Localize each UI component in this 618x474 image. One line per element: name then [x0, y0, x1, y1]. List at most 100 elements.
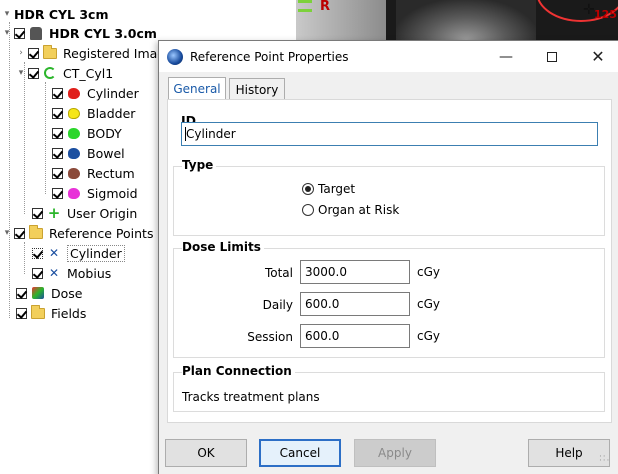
dialog-titlebar[interactable]: Reference Point Properties — ✕	[159, 41, 618, 72]
total-dose-value: 3000.0	[305, 265, 347, 279]
structure-checkbox[interactable]	[52, 147, 63, 159]
structure-checkbox[interactable]	[52, 87, 63, 99]
collapse-icon[interactable]: ▾	[2, 28, 12, 38]
general-tab-panel: ID Cylinder Type Target Organ at Risk Do…	[167, 99, 612, 423]
crosshair-icon: ✛	[583, 2, 595, 18]
minimize-button[interactable]: —	[483, 41, 529, 72]
tree-item-dose[interactable]: Dose	[16, 283, 82, 303]
dose-limits-group: Dose Limits Total 3000.0 cGy Daily 600.0…	[173, 240, 605, 358]
close-button[interactable]: ✕	[575, 41, 618, 72]
organ-at-risk-radio[interactable]	[302, 204, 314, 216]
type-group: Type Target Organ at Risk	[173, 158, 605, 236]
ref-mobius-checkbox[interactable]	[32, 267, 43, 279]
session-dose-unit: cGy	[417, 329, 440, 343]
tree-item-registered-images[interactable]: › Registered Images	[16, 43, 160, 63]
maximize-icon	[547, 51, 557, 62]
tree-item-structure[interactable]: Rectum	[52, 163, 135, 183]
session-dose-value: 600.0	[305, 329, 340, 343]
orientation-marker-icon	[298, 0, 312, 12]
tab-general[interactable]: General	[168, 77, 226, 100]
session-dose-label: Session	[247, 330, 293, 344]
tree-plan-label: HDR CYL 3.0cm	[49, 25, 157, 41]
orientation-label: R	[320, 0, 331, 14]
structure-checkbox[interactable]	[52, 187, 63, 199]
tree-item-structure[interactable]: BODY	[52, 123, 122, 143]
structure-label: Cylinder	[87, 85, 139, 101]
tree-item-structure[interactable]: Bladder	[52, 103, 135, 123]
total-dose-input[interactable]: 3000.0	[300, 260, 410, 284]
tree-item-structure[interactable]: Sigmoid	[52, 183, 138, 203]
tree-item-ref-cylinder[interactable]: ✕ Cylinder	[32, 243, 125, 263]
tree-item-root[interactable]: ▾ HDR CYL 3cm	[2, 4, 109, 24]
plan-tree: ▾ HDR CYL 3cm ▾ HDR CYL 3.0cm › Register…	[0, 0, 160, 474]
ct-checkbox[interactable]	[28, 67, 39, 79]
tree-ref-cylinder-label: Cylinder	[67, 244, 125, 262]
tree-item-fields[interactable]: Fields	[16, 303, 86, 323]
tree-root-label: HDR CYL 3cm	[14, 6, 109, 22]
reference-points-checkbox[interactable]	[14, 227, 25, 239]
dialog-title: Reference Point Properties	[190, 49, 349, 64]
tree-item-structure[interactable]: Bowel	[52, 143, 125, 163]
collapse-icon[interactable]: ▾	[2, 228, 12, 238]
tree-item-ref-mobius[interactable]: ✕ Mobius	[32, 263, 111, 283]
collapse-icon[interactable]: ▾	[2, 9, 12, 19]
viewer-number-label: 125	[594, 8, 617, 21]
tree-dose-label: Dose	[51, 285, 83, 301]
tree-item-user-origin[interactable]: + User Origin	[32, 203, 137, 223]
plan-checkbox[interactable]	[14, 27, 25, 39]
cancel-button[interactable]: Cancel	[259, 439, 341, 467]
image-viewer[interactable]: R ✛ 125	[296, 0, 618, 40]
app-icon	[167, 48, 183, 65]
reference-point-properties-dialog: Reference Point Properties — ✕ General H…	[158, 40, 618, 474]
apply-button: Apply	[354, 439, 436, 467]
close-icon: ✕	[591, 47, 605, 66]
structure-icon	[67, 126, 81, 140]
structure-checkbox[interactable]	[52, 167, 63, 179]
target-radio[interactable]	[302, 183, 314, 195]
ok-button[interactable]: OK	[165, 439, 247, 467]
id-input[interactable]: Cylinder	[181, 122, 598, 146]
folder-icon	[31, 304, 45, 320]
type-organ-at-risk-option[interactable]: Organ at Risk	[302, 203, 399, 217]
structure-checkbox[interactable]	[52, 107, 63, 119]
resize-grip-icon[interactable]: · · · · ·	[599, 453, 613, 469]
type-target-option[interactable]: Target	[302, 182, 355, 196]
tree-ct-label: CT_Cyl1	[63, 65, 114, 81]
tree-guide-line	[9, 22, 10, 318]
tree-guide-line	[45, 82, 46, 194]
folder-icon	[43, 44, 57, 60]
tree-item-plan[interactable]: ▾ HDR CYL 3.0cm	[2, 23, 157, 43]
daily-dose-input[interactable]: 600.0	[300, 292, 410, 316]
registered-images-checkbox[interactable]	[28, 47, 39, 59]
target-radio-label: Target	[318, 182, 356, 196]
structure-checkbox[interactable]	[52, 127, 63, 139]
help-button[interactable]: Help	[528, 439, 610, 467]
folder-icon	[29, 224, 43, 240]
tree-item-ct[interactable]: ▾ CT_Cyl1	[16, 63, 113, 83]
tab-history[interactable]: History	[229, 78, 285, 100]
tree-user-origin-label: User Origin	[67, 205, 138, 221]
maximize-button[interactable]	[529, 41, 575, 72]
session-dose-input[interactable]: 600.0	[300, 324, 410, 348]
structure-icon	[67, 106, 81, 120]
user-origin-checkbox[interactable]	[32, 207, 43, 219]
expand-icon[interactable]: ›	[16, 48, 26, 58]
structure-label: Bladder	[87, 105, 136, 121]
ref-cylinder-checkbox[interactable]	[32, 247, 43, 259]
total-dose-unit: cGy	[417, 265, 440, 279]
structure-icon	[67, 146, 81, 160]
dose-checkbox[interactable]	[16, 287, 27, 299]
plan-connection-text: Tracks treatment plans	[182, 390, 320, 404]
collapse-icon[interactable]: ▾	[16, 68, 26, 78]
tree-item-reference-points[interactable]: ▾ Reference Points	[2, 223, 153, 243]
organ-at-risk-radio-label: Organ at Risk	[318, 203, 400, 217]
plan-connection-label: Plan Connection	[182, 364, 295, 378]
tree-item-structure[interactable]: Cylinder	[52, 83, 139, 103]
daily-dose-value: 600.0	[305, 297, 340, 311]
tree-ref-mobius-label: Mobius	[67, 265, 112, 281]
reference-point-icon: ✕	[48, 246, 60, 260]
total-dose-label: Total	[264, 266, 293, 280]
fields-checkbox[interactable]	[16, 307, 27, 319]
structure-label: Bowel	[87, 145, 125, 161]
structure-icon	[67, 166, 81, 180]
